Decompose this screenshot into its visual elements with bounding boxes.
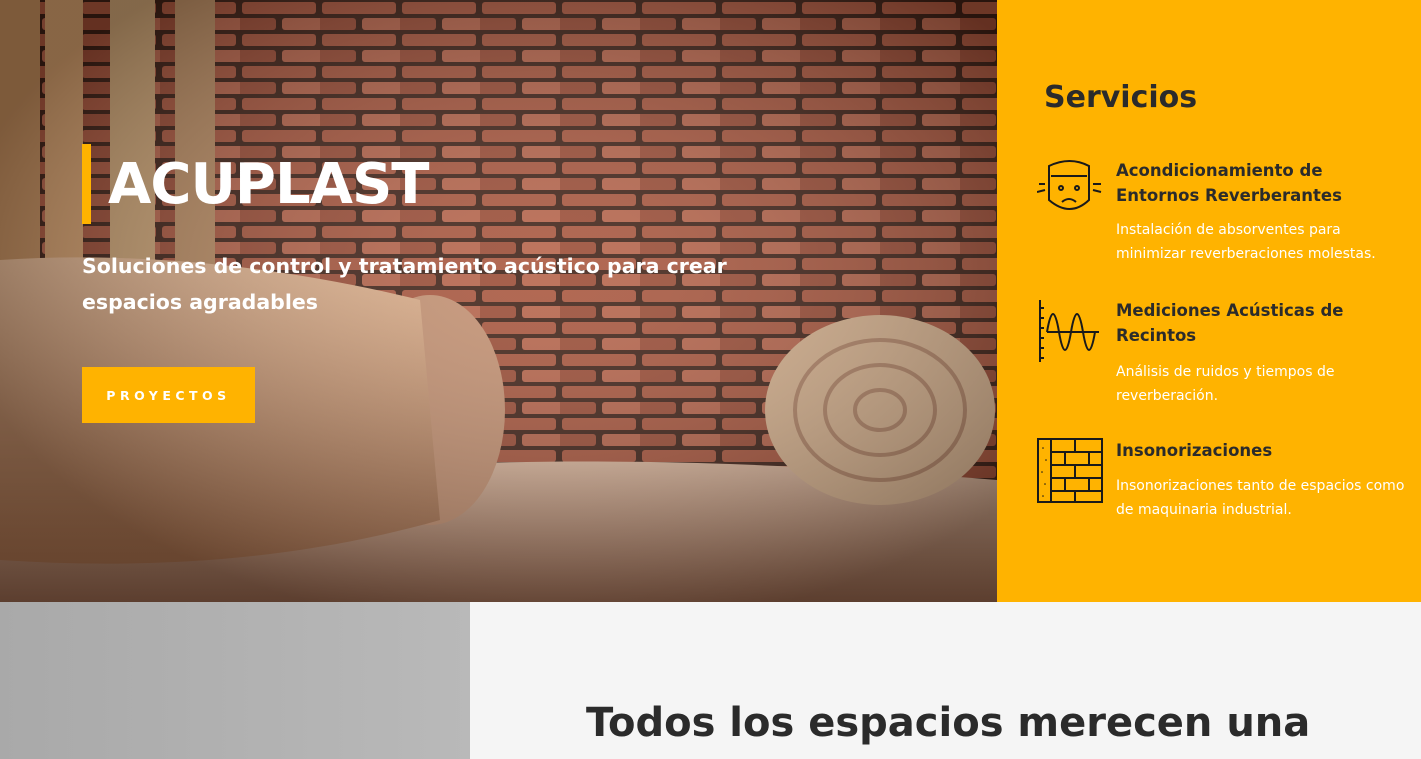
projects-button[interactable]: PROYECTOS bbox=[82, 367, 255, 423]
hero-section: ACUPLAST Soluciones de control y tratami… bbox=[0, 0, 997, 602]
service-heading: Mediciones Acústicas de Recintos bbox=[1116, 301, 1344, 345]
sound-wave-icon bbox=[1039, 300, 1099, 362]
hero-content: ACUPLAST Soluciones de control y tratami… bbox=[82, 143, 842, 320]
brick-wall-icon bbox=[1037, 438, 1103, 503]
lower-image-placeholder bbox=[0, 602, 470, 759]
service-description: Insonorizaciones tanto de espacios como … bbox=[1116, 478, 1405, 518]
service-heading: Acondicionamiento de Entornos Reverberan… bbox=[1116, 161, 1342, 205]
hero-title-wrap: ACUPLAST bbox=[82, 143, 842, 225]
worried-face-icon bbox=[1037, 160, 1102, 210]
service-description: Análisis de ruidos y tiempos de reverber… bbox=[1116, 364, 1335, 404]
hero-subtitle: Soluciones de control y tratamiento acús… bbox=[82, 254, 727, 314]
services-title: Servicios bbox=[1044, 80, 1198, 115]
service-description: Instalación de absorventes para minimiza… bbox=[1116, 222, 1376, 262]
service-heading: Insonorizaciones bbox=[1116, 441, 1273, 460]
hero-title: ACUPLAST bbox=[108, 151, 430, 217]
title-accent-bar bbox=[82, 144, 91, 224]
lower-content: Todos los espacios merecen una bbox=[470, 602, 1421, 759]
lower-heading: Todos los espacios merecen una bbox=[586, 700, 1311, 746]
services-panel: Servicios Acondicionamiento de Entornos … bbox=[997, 0, 1421, 602]
